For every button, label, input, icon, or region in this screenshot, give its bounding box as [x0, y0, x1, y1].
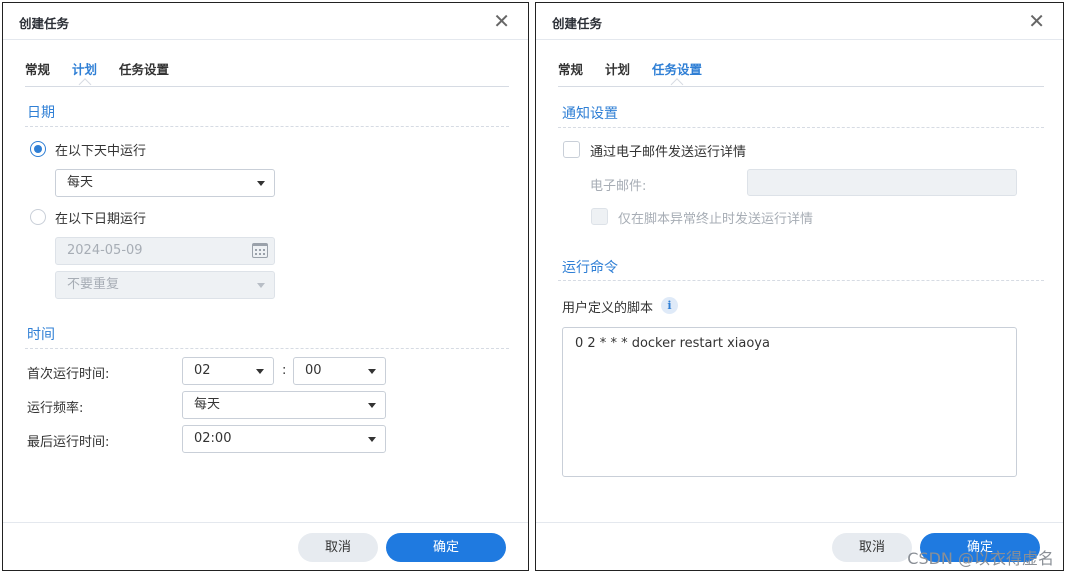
- create-task-dialog-settings: 创建任务 ✕ 常规 计划 任务设置 通知设置 通过电子邮件发送运行详情 电子邮件…: [535, 2, 1064, 571]
- section-date-title: 日期: [27, 105, 55, 121]
- email-field[interactable]: [747, 169, 1017, 196]
- script-textarea[interactable]: 0 2 * * * docker restart xiaoya: [562, 327, 1017, 477]
- create-task-dialog-schedule: 创建任务 ✕ 常规 计划 任务设置 日期 在以下天中运行 每天 在以下日期运行 …: [2, 2, 529, 571]
- last-run-time-label: 最后运行时间:: [27, 435, 110, 450]
- chevron-down-icon: [368, 437, 376, 442]
- footer-divider: [536, 522, 1063, 523]
- dialog-title: 创建任务: [552, 16, 603, 31]
- close-icon[interactable]: ✕: [1028, 9, 1045, 33]
- radio-run-on-days-label: 在以下天中运行: [55, 144, 147, 159]
- tab-bar: 常规 计划 任务设置: [558, 59, 702, 87]
- section-divider: [558, 280, 1044, 281]
- radio-run-on-date-label: 在以下日期运行: [55, 212, 147, 227]
- tab-schedule[interactable]: 计划: [605, 59, 630, 87]
- section-divider: [558, 127, 1044, 128]
- radio-run-on-days[interactable]: [30, 141, 46, 157]
- last-run-time-value: 02:00: [194, 431, 232, 446]
- first-run-hour-value: 02: [194, 363, 211, 378]
- footer-divider: [3, 522, 528, 523]
- first-run-minute-select[interactable]: 00: [293, 357, 386, 385]
- radio-run-on-date[interactable]: [30, 209, 46, 225]
- tab-task-settings[interactable]: 任务设置: [652, 59, 702, 87]
- section-time-title: 时间: [27, 327, 55, 343]
- date-field-value: 2024-05-09: [67, 243, 143, 258]
- email-details-label: 通过电子邮件发送运行详情: [590, 145, 747, 160]
- title-bar: 创建任务 ✕: [536, 3, 1063, 40]
- script-label: 用户定义的脚本: [562, 301, 654, 316]
- days-select[interactable]: 每天: [55, 169, 275, 197]
- email-field-label: 电子邮件:: [590, 179, 647, 194]
- tab-divider: [558, 86, 1044, 87]
- frequency-select[interactable]: 每天: [182, 391, 386, 419]
- chevron-down-icon: [257, 283, 265, 288]
- tab-schedule[interactable]: 计划: [72, 59, 97, 87]
- frequency-select-value: 每天: [194, 397, 221, 412]
- tab-general[interactable]: 常规: [25, 59, 50, 87]
- chevron-down-icon: [257, 181, 265, 186]
- calendar-icon[interactable]: [252, 243, 268, 258]
- repeat-select[interactable]: 不要重复: [55, 271, 275, 299]
- repeat-select-value: 不要重复: [67, 277, 120, 292]
- cancel-button[interactable]: 取消: [298, 533, 378, 562]
- first-run-time-label: 首次运行时间:: [27, 367, 110, 382]
- watermark: CSDN @以衣得虚名: [907, 549, 1054, 568]
- chevron-down-icon: [256, 369, 264, 374]
- section-divider: [25, 348, 509, 349]
- info-icon[interactable]: i: [661, 297, 678, 314]
- tab-general[interactable]: 常规: [558, 59, 583, 87]
- ok-button[interactable]: 确定: [386, 533, 506, 562]
- abnormal-only-checkbox[interactable]: [591, 208, 608, 225]
- last-run-time-select[interactable]: 02:00: [182, 425, 386, 453]
- tab-bar: 常规 计划 任务设置: [25, 59, 169, 87]
- frequency-label: 运行频率:: [27, 401, 84, 416]
- dialog-title: 创建任务: [19, 16, 70, 31]
- section-command-title: 运行命令: [562, 260, 618, 276]
- first-run-minute-value: 00: [305, 363, 322, 378]
- tab-task-settings[interactable]: 任务设置: [119, 59, 169, 87]
- chevron-down-icon: [368, 403, 376, 408]
- tab-divider: [25, 86, 509, 87]
- abnormal-only-label: 仅在脚本异常终止时发送运行详情: [618, 212, 814, 227]
- date-field[interactable]: 2024-05-09: [55, 237, 275, 265]
- close-icon[interactable]: ✕: [493, 9, 510, 33]
- email-details-checkbox[interactable]: [563, 141, 580, 158]
- time-separator: :: [282, 363, 287, 378]
- chevron-down-icon: [368, 369, 376, 374]
- first-run-hour-select[interactable]: 02: [182, 357, 274, 385]
- section-notification-title: 通知设置: [562, 106, 618, 122]
- title-bar: 创建任务 ✕: [3, 3, 528, 40]
- section-divider: [25, 126, 509, 127]
- days-select-value: 每天: [67, 175, 94, 190]
- cancel-button[interactable]: 取消: [832, 533, 912, 562]
